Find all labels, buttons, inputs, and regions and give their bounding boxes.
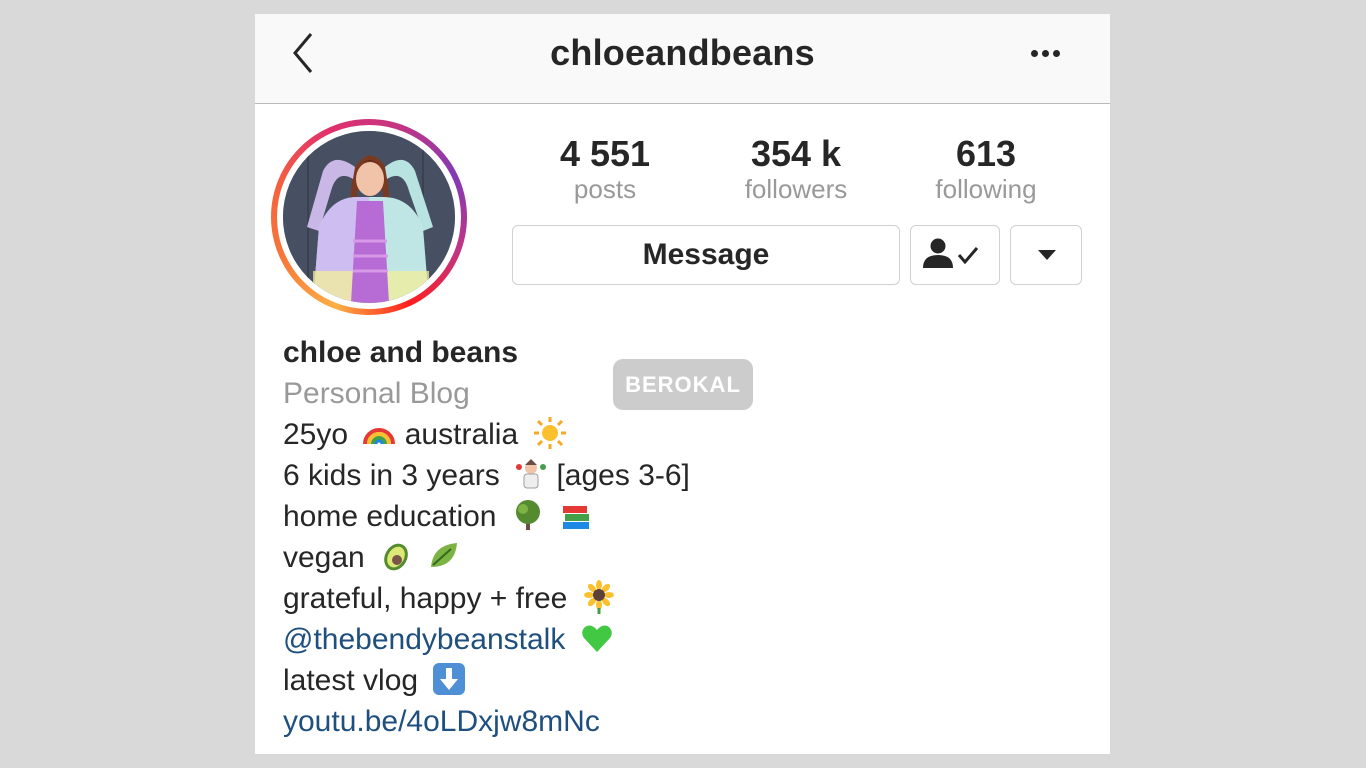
sun-emoji-icon bbox=[533, 417, 566, 449]
bio-text: 6 kids in 3 years bbox=[283, 459, 500, 492]
suggestions-dropdown-button[interactable] bbox=[1010, 225, 1082, 285]
green-heart-emoji-icon bbox=[581, 625, 612, 652]
tree-emoji-icon bbox=[515, 500, 540, 530]
avatar-illustration bbox=[283, 131, 455, 303]
juggler-emoji-icon bbox=[516, 459, 547, 489]
bio-text: 25yo bbox=[283, 418, 349, 451]
profile-username-title: chloeandbeans bbox=[550, 32, 815, 73]
stat-following[interactable]: 613 following bbox=[891, 133, 1081, 205]
bio-line: 25yo australia bbox=[283, 414, 1063, 455]
avocado-emoji-icon bbox=[384, 543, 408, 571]
more-options-button[interactable] bbox=[1025, 42, 1067, 66]
message-button[interactable]: Message bbox=[512, 225, 900, 285]
bio-line: home education bbox=[283, 496, 1063, 537]
bio-line: grateful, happy + free bbox=[283, 578, 1063, 619]
following-count: 613 bbox=[955, 133, 1017, 174]
following-button[interactable] bbox=[910, 225, 1000, 285]
following-label: following bbox=[935, 174, 1037, 204]
avatar[interactable] bbox=[283, 131, 455, 303]
bio-text: latest vlog bbox=[283, 664, 419, 697]
down-arrow-emoji-icon bbox=[433, 663, 466, 695]
followers-count: 354 k bbox=[750, 133, 842, 174]
leaf-emoji-icon bbox=[431, 543, 458, 567]
rainbow-emoji-icon bbox=[363, 428, 396, 445]
story-ring[interactable] bbox=[271, 119, 467, 315]
watermark-logo: BEROKAL bbox=[613, 359, 753, 410]
posts-label: posts bbox=[573, 174, 637, 204]
website-link[interactable]: youtu.be/4oLDxjw8mNc bbox=[283, 705, 600, 738]
bio-text: australia bbox=[404, 418, 519, 451]
user-check-icon bbox=[923, 238, 979, 268]
bio-line: vegan bbox=[283, 537, 1063, 578]
bio-line: latest vlog bbox=[283, 660, 1063, 701]
stat-posts[interactable]: 4 551 posts bbox=[510, 133, 700, 205]
avatar-border bbox=[277, 125, 461, 309]
bio-text: grateful, happy + free bbox=[283, 582, 568, 615]
bio-line: 6 kids in 3 years [ages 3-6] bbox=[283, 455, 1063, 496]
profile-screen: chloeandbeans 4 551 posts 354 k follower… bbox=[255, 14, 1110, 754]
top-navigation-bar: chloeandbeans bbox=[255, 14, 1110, 104]
stat-followers[interactable]: 354 k followers bbox=[701, 133, 891, 205]
bio-text: vegan bbox=[283, 541, 365, 574]
followers-label: followers bbox=[744, 174, 848, 204]
sunflower-emoji-icon bbox=[583, 580, 614, 614]
posts-count: 4 551 bbox=[559, 133, 651, 174]
bio-text: [ages 3-6] bbox=[556, 459, 690, 492]
bio-line: youtu.be/4oLDxjw8mNc bbox=[283, 701, 1063, 742]
mention-link[interactable]: @thebendybeanstalk bbox=[283, 623, 565, 656]
bio-line: @thebendybeanstalk bbox=[283, 619, 1063, 660]
bio-text: home education bbox=[283, 500, 497, 533]
triangle-down-icon bbox=[1038, 250, 1056, 260]
books-emoji-icon bbox=[563, 506, 590, 529]
